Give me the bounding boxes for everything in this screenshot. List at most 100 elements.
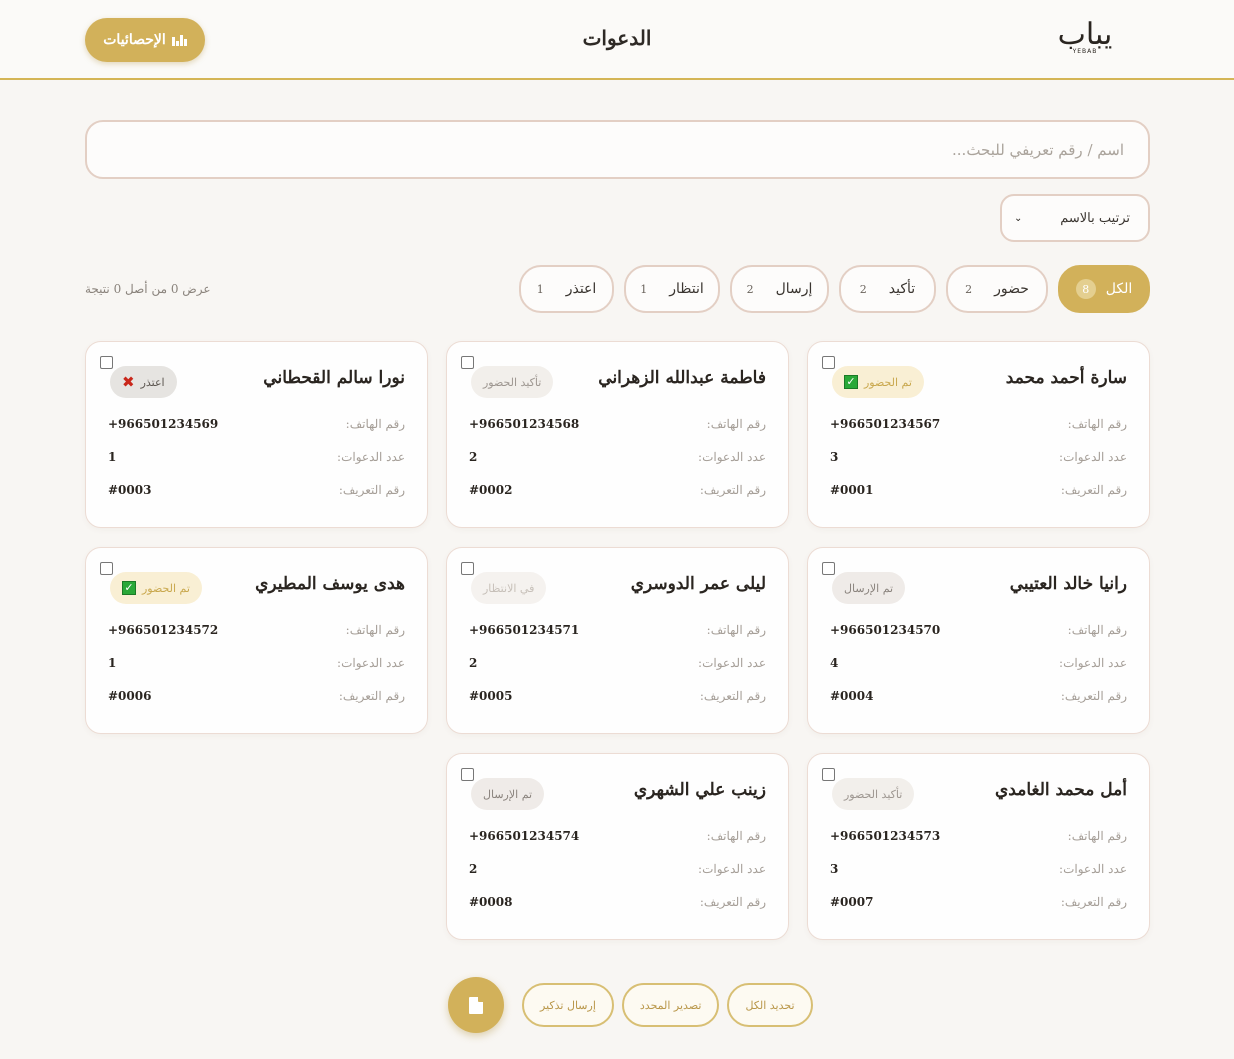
card-checkbox[interactable]	[461, 562, 474, 575]
card-checkbox[interactable]	[100, 356, 113, 369]
id-value: #0008	[469, 895, 513, 909]
filter-confirmed[interactable]: تأكيد 2	[839, 265, 936, 313]
guest-name: ليلى عمر الدوسري	[630, 574, 766, 594]
invites-row: عدد الدعوات: 1	[108, 450, 405, 464]
id-label: رقم التعريف:	[699, 483, 766, 497]
id-label: رقم التعريف:	[699, 689, 766, 703]
filter-label: تأكيد	[888, 281, 916, 297]
card-checkbox[interactable]	[461, 768, 474, 781]
invites-row: عدد الدعوات: 2	[469, 450, 766, 464]
sort-select-value: ترتيب بالاسم	[1060, 210, 1130, 226]
guest-card[interactable]: زينب علي الشهري تم الإرسال رقم الهاتف: +9…	[446, 753, 789, 940]
invites-label: عدد الدعوات:	[1059, 450, 1127, 464]
id-row: رقم التعريف: #0002	[469, 483, 766, 497]
id-label: رقم التعريف:	[1060, 483, 1127, 497]
card-checkbox[interactable]	[822, 356, 835, 369]
filter-sent[interactable]: إرسال 2	[730, 265, 829, 313]
close-icon: ✖	[122, 373, 135, 391]
id-row: رقم التعريف: #0008	[469, 895, 766, 909]
guest-card[interactable]: نورا سالم القحطاني اعتذر ✖ رقم الهاتف: +9…	[85, 341, 428, 528]
top-bar: يباب YEBAB الدعوات الإحصائيات	[0, 0, 1234, 80]
status-badge: في الانتظار	[471, 572, 547, 604]
export-selected-button[interactable]: تصدير المحدد	[621, 983, 720, 1027]
status-text: اعتذر	[140, 375, 165, 389]
card-checkbox[interactable]	[822, 768, 835, 781]
card-checkbox[interactable]	[461, 356, 474, 369]
id-label: رقم التعريف:	[338, 483, 405, 497]
phone-row: رقم الهاتف: +966501234567	[830, 417, 1127, 431]
search-input[interactable]	[87, 140, 1124, 159]
invites-row: عدد الدعوات: 2	[469, 656, 766, 670]
phone-value: +966501234572	[108, 623, 219, 637]
invites-value: 2	[469, 450, 478, 464]
export-document-button[interactable]	[448, 977, 504, 1033]
phone-label: رقم الهاتف:	[1067, 417, 1127, 431]
phone-value: +966501234569	[108, 417, 219, 431]
invites-value: 1	[108, 656, 117, 670]
search-box	[85, 120, 1150, 179]
id-value: #0001	[830, 483, 874, 497]
phone-row: رقم الهاتف: +966501234568	[469, 417, 766, 431]
phone-label: رقم الهاتف:	[1067, 623, 1127, 637]
phone-value: +966501234573	[830, 829, 941, 843]
filter-count: 8	[1075, 279, 1096, 299]
phone-label: رقم الهاتف:	[706, 829, 766, 843]
filter-pending[interactable]: انتظار 1	[624, 265, 720, 313]
id-row: رقم التعريف: #0007	[830, 895, 1127, 909]
guest-card[interactable]: فاطمة عبدالله الزهراني تأكيد الحضور رقم …	[446, 341, 789, 528]
bar-chart-icon	[171, 34, 187, 46]
guest-card[interactable]: رانيا خالد العتيبي تم الإرسال رقم الهاتف…	[807, 547, 1150, 734]
filter-label: الكل	[1105, 281, 1133, 297]
filter-count: 2	[859, 282, 867, 296]
check-icon: ✓	[122, 581, 136, 595]
invites-row: عدد الدعوات: 1	[108, 656, 405, 670]
phone-label: رقم الهاتف:	[706, 623, 766, 637]
invites-row: عدد الدعوات: 3	[830, 862, 1127, 876]
sort-select[interactable]: ترتيب بالاسم ⌄	[1000, 194, 1150, 242]
status-text: تم الإرسال	[844, 581, 894, 595]
invites-value: 2	[469, 862, 478, 876]
phone-value: +966501234570	[830, 623, 941, 637]
filter-all[interactable]: الكل 8	[1058, 265, 1150, 313]
id-value: #0004	[830, 689, 874, 703]
phone-value: +966501234567	[830, 417, 941, 431]
phone-value: +966501234571	[469, 623, 580, 637]
check-icon: ✓	[844, 375, 858, 389]
card-checkbox[interactable]	[100, 562, 113, 575]
guest-name: نورا سالم القحطاني	[263, 368, 405, 388]
status-text: تم الإرسال	[483, 787, 533, 801]
id-label: رقم التعريف:	[1060, 895, 1127, 909]
guest-card[interactable]: أمل محمد الغامدي تأكيد الحضور رقم الهاتف…	[807, 753, 1150, 940]
phone-row: رقم الهاتف: +966501234569	[108, 417, 405, 431]
bulk-actions: إرسال تذكير تصدير المحدد تحديد الكل	[448, 977, 813, 1033]
id-row: رقم التعريف: #0005	[469, 689, 766, 703]
statistics-button[interactable]: الإحصائيات	[85, 18, 205, 62]
guest-card[interactable]: سارة أحمد محمد تم الحضور ✓ رقم الهاتف: +9…	[807, 341, 1150, 528]
status-badge: تأكيد الحضور	[471, 366, 554, 398]
status-badge: تأكيد الحضور	[832, 778, 915, 810]
id-label: رقم التعريف:	[338, 689, 405, 703]
phone-label: رقم الهاتف:	[1067, 829, 1127, 843]
phone-label: رقم الهاتف:	[345, 417, 405, 431]
guest-name: هدى يوسف المطيري	[255, 574, 405, 594]
status-text: في الانتظار	[483, 581, 535, 595]
phone-row: رقم الهاتف: +966501234574	[469, 829, 766, 843]
guest-card[interactable]: ليلى عمر الدوسري في الانتظار رقم الهاتف:…	[446, 547, 789, 734]
filter-declined[interactable]: اعتذر 1	[519, 265, 614, 313]
invites-label: عدد الدعوات:	[337, 656, 405, 670]
guest-card[interactable]: هدى يوسف المطيري تم الحضور ✓ رقم الهاتف:…	[85, 547, 428, 734]
invites-label: عدد الدعوات:	[1059, 656, 1127, 670]
invites-label: عدد الدعوات:	[698, 656, 766, 670]
id-row: رقم التعريف: #0006	[108, 689, 405, 703]
status-badge: تم الإرسال	[471, 778, 545, 810]
send-reminder-button[interactable]: إرسال تذكير	[522, 983, 614, 1027]
filter-label: اعتذر	[565, 281, 597, 297]
select-all-button[interactable]: تحديد الكل	[727, 983, 813, 1027]
invites-label: عدد الدعوات:	[337, 450, 405, 464]
status-badge: اعتذر ✖	[110, 366, 177, 398]
phone-row: رقم الهاتف: +966501234570	[830, 623, 1127, 637]
card-checkbox[interactable]	[822, 562, 835, 575]
filter-attended[interactable]: حضور 2	[946, 265, 1048, 313]
guest-name: زينب علي الشهري	[633, 780, 766, 800]
status-text: تم الحضور	[864, 375, 912, 389]
